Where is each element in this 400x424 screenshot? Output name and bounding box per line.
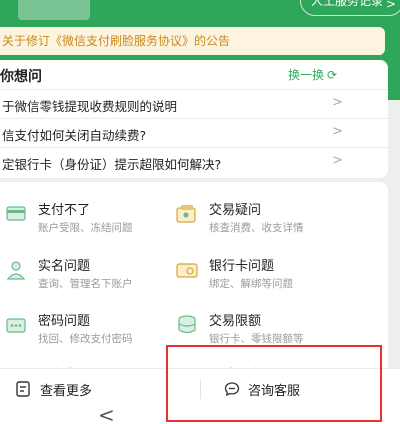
faq-item[interactable]: 定银行卡（身份证）提示超限如何解决? >	[0, 147, 388, 176]
category-desc: 绑定、解绑等问题	[209, 278, 293, 290]
category-password[interactable]: 密码问题 找回、修改支付密码	[4, 310, 194, 362]
chevron-right-icon: >	[332, 124, 343, 139]
category-title: 银行卡问题	[209, 259, 275, 274]
transaction-query-icon	[176, 205, 196, 223]
service-records-label: 人工服务记录	[311, 0, 384, 8]
faq-item[interactable]: 于微信零钱提现收费规则的说明 >	[0, 89, 388, 118]
category-title: 密码问题	[38, 314, 91, 329]
category-desc: 查询、管理名下账户	[38, 278, 133, 290]
chevron-right-icon: >	[386, 0, 397, 11]
category-transaction-limit[interactable]: 交易限额 银行卡、零钱限额等	[175, 310, 365, 362]
chat-bubble-icon	[224, 382, 240, 397]
refresh-button[interactable]: 换一换 ⟳	[288, 66, 337, 83]
transaction-limit-icon	[178, 315, 196, 334]
category-transaction-query[interactable]: 交易疑问 核查消费、收支详情	[175, 199, 365, 251]
password-icon	[6, 318, 26, 333]
category-desc: 账户受限、冻结问题	[38, 222, 133, 234]
faq-item[interactable]: 信支付如何关闭自动续费? >	[0, 118, 388, 147]
faq-item-text: 于微信零钱提现收费规则的说明	[2, 99, 178, 114]
announcement-banner[interactable]: 关于修订《微信支付刷脸服务协议》的公告	[0, 27, 385, 55]
refresh-icon: ⟳	[327, 68, 338, 82]
chevron-right-icon: >	[332, 95, 343, 110]
category-desc: 核查消费、收支详情	[209, 222, 304, 234]
category-desc: 银行卡、零钱限额等	[209, 333, 304, 345]
faq-title: 你想问	[0, 69, 42, 85]
category-payment-blocked[interactable]: 支付不了 账户受限、冻结问题	[4, 199, 194, 251]
category-title: 交易限额	[209, 314, 262, 329]
view-more-label: 查看更多	[40, 384, 93, 399]
document-icon	[16, 381, 30, 397]
chevron-right-icon: >	[332, 153, 343, 168]
consult-service-label: 咨询客服	[248, 384, 301, 399]
divider	[200, 379, 201, 399]
consult-service-button[interactable]: 咨询客服	[210, 369, 390, 409]
category-title: 支付不了	[38, 203, 91, 218]
back-icon[interactable]: <	[98, 405, 115, 424]
bottom-action-bar: 查看更多 咨询客服	[0, 368, 400, 408]
real-name-icon	[6, 261, 26, 280]
payment-blocked-icon	[6, 206, 26, 221]
category-bank-card[interactable]: 银行卡问题 绑定、解绑等问题	[175, 255, 365, 307]
category-title: 实名问题	[38, 259, 91, 274]
faq-card: 你想问 换一换 ⟳ 于微信零钱提现收费规则的说明 > 信支付如何关闭自动续费? >…	[0, 60, 388, 178]
category-desc: 找回、修改支付密码	[38, 333, 133, 345]
bank-card-icon	[176, 263, 198, 278]
category-real-name[interactable]: 实名问题 查询、管理名下账户	[4, 255, 194, 307]
blurred-region	[18, 0, 90, 20]
faq-item-text: 定银行卡（身份证）提示超限如何解决?	[2, 157, 222, 172]
refresh-label: 换一换	[288, 68, 325, 82]
system-nav-bar: <	[0, 405, 400, 424]
category-title: 交易疑问	[209, 203, 262, 218]
service-records-button[interactable]: 人工服务记录	[300, 0, 400, 16]
faq-item-text: 信支付如何关闭自动续费?	[2, 128, 147, 143]
announcement-text: 关于修订《微信支付刷脸服务协议》的公告	[2, 34, 231, 48]
